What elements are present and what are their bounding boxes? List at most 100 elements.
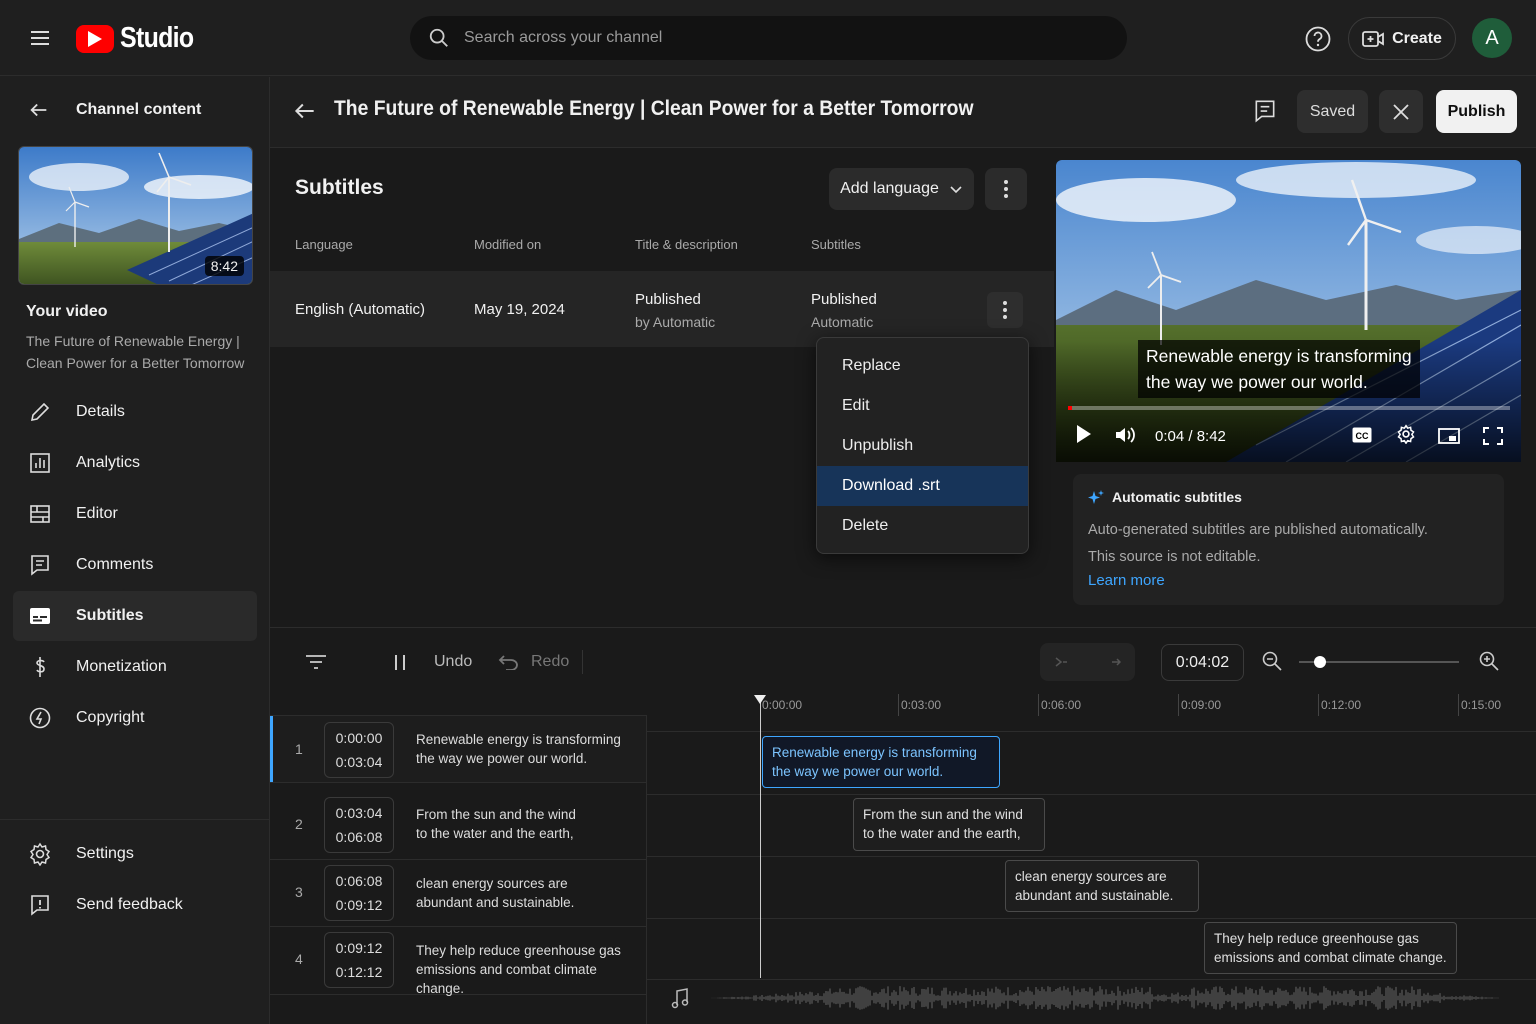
audio-waveform[interactable] bbox=[710, 983, 1500, 1013]
sidebar-item-send-feedback[interactable]: Send feedback bbox=[13, 880, 257, 930]
saved-button[interactable]: Saved bbox=[1297, 90, 1368, 133]
table-row[interactable]: English (Automatic) May 19, 2024 Publish… bbox=[270, 271, 1054, 347]
cue-times[interactable]: 0:09:12 0:12:12 bbox=[324, 932, 394, 988]
timeline-cue-block[interactable]: Renewable energy is transforming the way… bbox=[762, 736, 1000, 788]
sidebar-item-settings[interactable]: Settings bbox=[13, 829, 257, 879]
menu-item-edit[interactable]: Edit bbox=[817, 386, 1028, 426]
progress-bar[interactable] bbox=[1068, 406, 1510, 410]
sidebar-item-label: Analytics bbox=[76, 454, 141, 471]
menu-item-replace[interactable]: Replace bbox=[817, 346, 1028, 386]
feedback-icon[interactable] bbox=[1252, 98, 1278, 124]
ruler-tick bbox=[1178, 694, 1179, 716]
zoom-slider[interactable] bbox=[1299, 656, 1459, 668]
cue-text[interactable]: They help reduce greenhouse gas emission… bbox=[416, 941, 641, 998]
sidebar-item-monetization[interactable]: Monetization bbox=[13, 642, 257, 692]
video-thumbnail[interactable]: 8:42 bbox=[18, 146, 253, 285]
sidebar-item-subtitles[interactable]: Subtitles bbox=[13, 591, 257, 641]
cue-end-time[interactable]: 0:09:12 bbox=[336, 897, 383, 913]
row-options-button[interactable] bbox=[987, 292, 1023, 328]
arrow-back-icon bbox=[294, 103, 314, 119]
cue-start-time[interactable]: 0:03:04 bbox=[336, 805, 383, 821]
zoom-in-icon[interactable] bbox=[1479, 651, 1499, 671]
block-text-line-2: to the water and the earth, bbox=[863, 826, 1021, 841]
cue-times[interactable]: 0:03:04 0:06:08 bbox=[324, 797, 394, 853]
block-text-line-1: clean energy sources are bbox=[1015, 869, 1167, 884]
cue-end-time[interactable]: 0:12:12 bbox=[336, 964, 383, 980]
timeline-cue-block[interactable]: clean energy sources are abundant and su… bbox=[1005, 860, 1199, 912]
timeline-cue-block[interactable]: They help reduce greenhouse gas emission… bbox=[1204, 922, 1457, 974]
play-icon[interactable] bbox=[1076, 424, 1092, 444]
list-item[interactable]: 3 0:06:08 0:09:12 clean energy sources a… bbox=[270, 860, 646, 927]
list-item[interactable]: 1 0:00:00 0:03:04 Renewable energy is tr… bbox=[270, 715, 646, 783]
editor-header: The Future of Renewable Energy | Clean P… bbox=[270, 77, 1536, 148]
nudge-controls[interactable] bbox=[1040, 643, 1135, 681]
filter-icon[interactable] bbox=[305, 654, 327, 670]
cue-end-time[interactable]: 0:06:08 bbox=[336, 829, 383, 845]
pause-icon[interactable] bbox=[394, 654, 406, 671]
channel-content-back-link[interactable]: Channel content bbox=[28, 99, 201, 121]
sidebar-item-details[interactable]: Details bbox=[13, 387, 257, 437]
column-header-subtitles: Subtitles bbox=[811, 237, 861, 252]
track-divider bbox=[646, 979, 1536, 980]
cue-text[interactable]: clean energy sources are abundant and su… bbox=[416, 874, 641, 912]
publish-button[interactable]: Publish bbox=[1436, 90, 1517, 133]
playhead-line[interactable] bbox=[760, 696, 761, 978]
add-language-button[interactable]: Add language bbox=[829, 168, 974, 210]
more-options-button[interactable] bbox=[985, 168, 1027, 210]
automatic-subtitles-card: Automatic subtitles Auto-generated subti… bbox=[1073, 474, 1504, 605]
create-button[interactable]: Create bbox=[1348, 17, 1456, 60]
zoom-slider-knob[interactable] bbox=[1313, 656, 1326, 668]
cue-text[interactable]: From the sun and the wind to the water a… bbox=[416, 805, 641, 843]
cue-start-time[interactable]: 0:06:08 bbox=[336, 873, 383, 889]
settings-gear-icon[interactable] bbox=[1396, 424, 1416, 444]
cue-end-time[interactable]: 0:03:04 bbox=[336, 754, 383, 770]
automatic-subtitles-title: Automatic subtitles bbox=[1112, 489, 1242, 505]
cue-text-line-2: abundant and sustainable. bbox=[416, 895, 575, 910]
list-item[interactable]: 2 0:03:04 0:06:08 From the sun and the w… bbox=[270, 783, 646, 860]
close-button[interactable] bbox=[1379, 90, 1423, 133]
timeline-cue-block[interactable]: From the sun and the wind to the water a… bbox=[853, 798, 1045, 851]
menu-hamburger-icon[interactable] bbox=[28, 26, 52, 50]
search-icon bbox=[429, 28, 448, 47]
avatar[interactable]: A bbox=[1472, 18, 1512, 58]
sidebar-item-analytics[interactable]: Analytics bbox=[13, 438, 257, 488]
chevron-down-icon bbox=[950, 186, 962, 194]
block-text-line-1: Renewable energy is transforming bbox=[772, 745, 977, 760]
back-button[interactable] bbox=[292, 98, 318, 124]
cue-text[interactable]: Renewable energy is transforming the way… bbox=[416, 730, 641, 768]
search-input[interactable] bbox=[464, 29, 1084, 47]
studio-logo[interactable]: Studio bbox=[76, 22, 205, 55]
fullscreen-icon[interactable] bbox=[1483, 427, 1503, 445]
cue-start-time[interactable]: 0:00:00 bbox=[336, 730, 383, 746]
sidebar-item-comments[interactable]: Comments bbox=[13, 540, 257, 590]
cue-start-time[interactable]: 0:09:12 bbox=[336, 940, 383, 956]
closed-captions-icon[interactable]: CC bbox=[1352, 427, 1372, 443]
video-player[interactable]: Renewable energy is transforming the way… bbox=[1056, 160, 1521, 462]
sidebar-item-editor[interactable]: Editor bbox=[13, 489, 257, 539]
sidebar-item-copyright[interactable]: Copyright bbox=[13, 693, 257, 743]
nudge-left-icon bbox=[1055, 657, 1067, 667]
search-bar[interactable] bbox=[410, 16, 1127, 60]
cue-times[interactable]: 0:06:08 0:09:12 bbox=[324, 865, 394, 921]
video-add-icon bbox=[1362, 30, 1384, 47]
menu-item-download-srt[interactable]: Download .srt bbox=[817, 466, 1028, 506]
sidebar-item-label: Copyright bbox=[76, 709, 145, 726]
current-time-field[interactable]: 0:04:02 bbox=[1161, 644, 1244, 681]
playhead-handle[interactable] bbox=[754, 695, 766, 704]
info-line-2: This source is not editable. bbox=[1088, 549, 1261, 565]
learn-more-link[interactable]: Learn more bbox=[1088, 572, 1165, 589]
menu-item-delete[interactable]: Delete bbox=[817, 506, 1028, 546]
help-icon[interactable] bbox=[1304, 25, 1332, 53]
pencil-icon bbox=[30, 402, 50, 422]
menu-item-unpublish[interactable]: Unpublish bbox=[817, 426, 1028, 466]
redo-button[interactable]: Redo bbox=[531, 653, 569, 671]
title-description-cell: Published by Automatic bbox=[635, 291, 715, 330]
sidebar: Channel content 8:42 Your video The Futu… bbox=[0, 77, 270, 1024]
undo-button[interactable]: Undo bbox=[434, 653, 472, 671]
zoom-out-icon[interactable] bbox=[1262, 651, 1282, 671]
volume-icon[interactable] bbox=[1114, 425, 1136, 445]
cue-times[interactable]: 0:00:00 0:03:04 bbox=[324, 722, 394, 778]
list-item[interactable]: 4 0:09:12 0:12:12 They help reduce green… bbox=[270, 927, 646, 998]
miniplayer-icon[interactable] bbox=[1438, 428, 1460, 444]
active-row-indicator bbox=[270, 716, 273, 782]
